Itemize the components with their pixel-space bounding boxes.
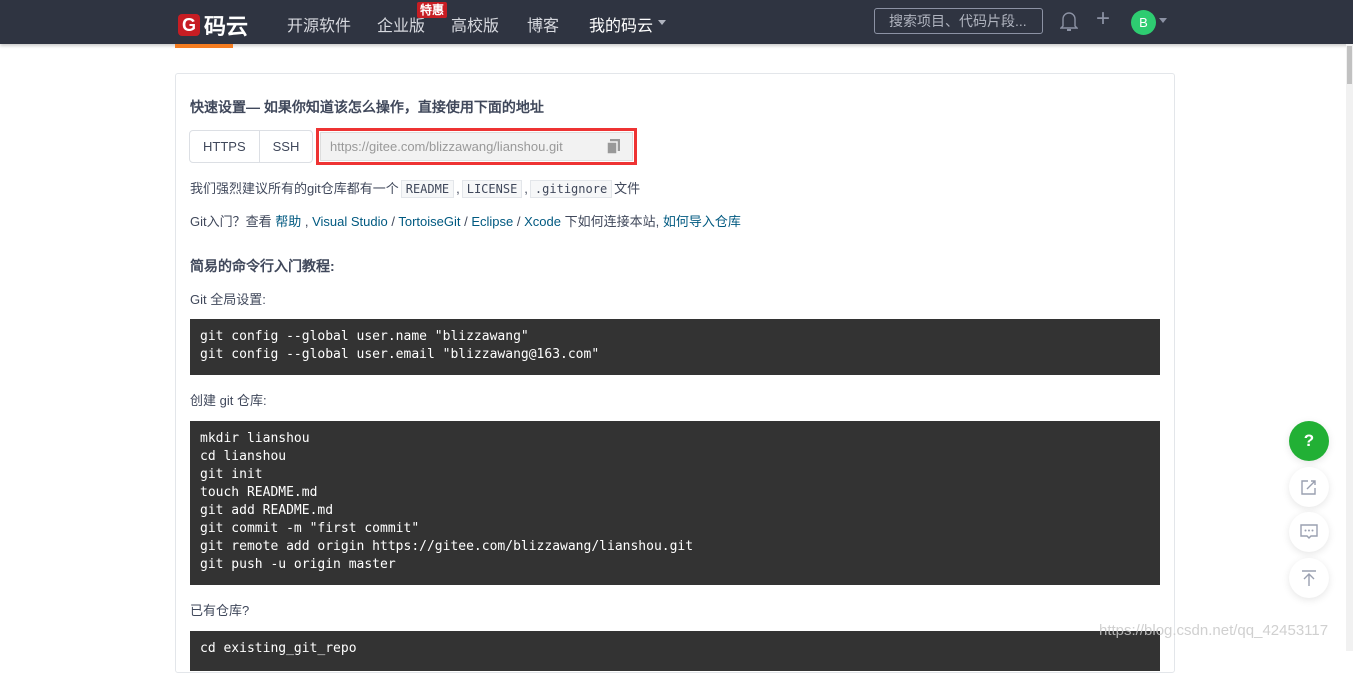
code-block-global-config: git config --global user.name "blizzawan… xyxy=(190,319,1160,375)
arrow-up-icon xyxy=(1302,570,1316,586)
scrollbar[interactable] xyxy=(1346,44,1353,651)
top-nav: G 码云 开源软件 企业版 特惠 高校版 博客 我的码云 搜索项目、代码片段...… xyxy=(0,0,1353,44)
share-icon xyxy=(1301,480,1316,495)
help-text: Git入门？查看 帮助 , Visual Studio / TortoiseGi… xyxy=(190,214,741,229)
xcode-link[interactable]: Xcode xyxy=(524,214,561,229)
section-label: 已有仓库? xyxy=(190,603,250,618)
plus-icon[interactable]: + xyxy=(1096,7,1110,31)
active-indicator xyxy=(175,44,233,48)
quick-setup-title: 快速设置— 如果你知道该怎么操作，直接使用下面的地址 xyxy=(190,99,544,115)
help-link[interactable]: 帮助 xyxy=(275,214,301,229)
search-input[interactable]: 搜索项目、代码片段... xyxy=(874,8,1043,34)
https-button[interactable]: HTTPS xyxy=(190,131,259,162)
nav-my-gitee[interactable]: 我的码云 xyxy=(589,12,653,36)
feedback-button[interactable] xyxy=(1289,512,1329,552)
protocol-toggle: HTTPS SSH xyxy=(189,130,314,163)
promo-badge: 特惠 xyxy=(417,2,448,18)
nav-education[interactable]: 高校版 xyxy=(451,12,499,36)
code-block-existing-repo: cd existing_git_repo xyxy=(190,631,1160,671)
tortoisegit-link[interactable]: TortoiseGit xyxy=(398,214,460,229)
ssh-button[interactable]: SSH xyxy=(258,131,313,162)
tutorial-title: 简易的命令行入门教程: xyxy=(190,258,335,274)
comment-icon xyxy=(1300,524,1318,539)
share-button[interactable] xyxy=(1289,467,1329,507)
license-file: LICENSE xyxy=(461,180,523,198)
logo[interactable]: G 码云 xyxy=(178,9,248,41)
nav-blog[interactable]: 博客 xyxy=(527,12,559,36)
avatar-chevron-icon[interactable] xyxy=(1159,18,1167,23)
section-label: Git 全局设置: xyxy=(190,292,266,307)
clone-url-highlight: https://gitee.com/blizzawang/lianshou.gi… xyxy=(316,128,637,165)
readme-file: README xyxy=(400,180,455,198)
code-block-create-repo: mkdir lianshou cd lianshou git init touc… xyxy=(190,421,1160,585)
help-button[interactable]: ? xyxy=(1289,421,1329,461)
scrollbar-thumb[interactable] xyxy=(1347,46,1352,84)
bell-icon[interactable] xyxy=(1060,10,1078,32)
clone-url-input[interactable]: https://gitee.com/blizzawang/lianshou.gi… xyxy=(320,132,633,161)
back-to-top-button[interactable] xyxy=(1289,558,1329,598)
eclipse-link[interactable]: Eclipse xyxy=(471,214,513,229)
nav-open-source[interactable]: 开源软件 xyxy=(287,12,351,36)
logo-text: 码云 xyxy=(204,14,249,39)
section-label: 创建 git 仓库: xyxy=(190,393,267,408)
recommend-text: 我们强烈建议所有的git仓库都有一个 README, LICENSE, .gitign… xyxy=(190,180,641,198)
chevron-down-icon[interactable] xyxy=(658,20,666,25)
watermark: https://blog.csdn.net/qq_42453117 xyxy=(1099,622,1329,639)
logo-icon: G xyxy=(178,14,200,36)
import-repo-link[interactable]: 如何导入仓库 xyxy=(663,214,741,229)
avatar[interactable]: B xyxy=(1131,10,1156,35)
copy-icon[interactable] xyxy=(607,139,620,154)
visual-studio-link[interactable]: Visual Studio xyxy=(312,214,388,229)
gitignore-file: .gitignore xyxy=(529,180,613,198)
